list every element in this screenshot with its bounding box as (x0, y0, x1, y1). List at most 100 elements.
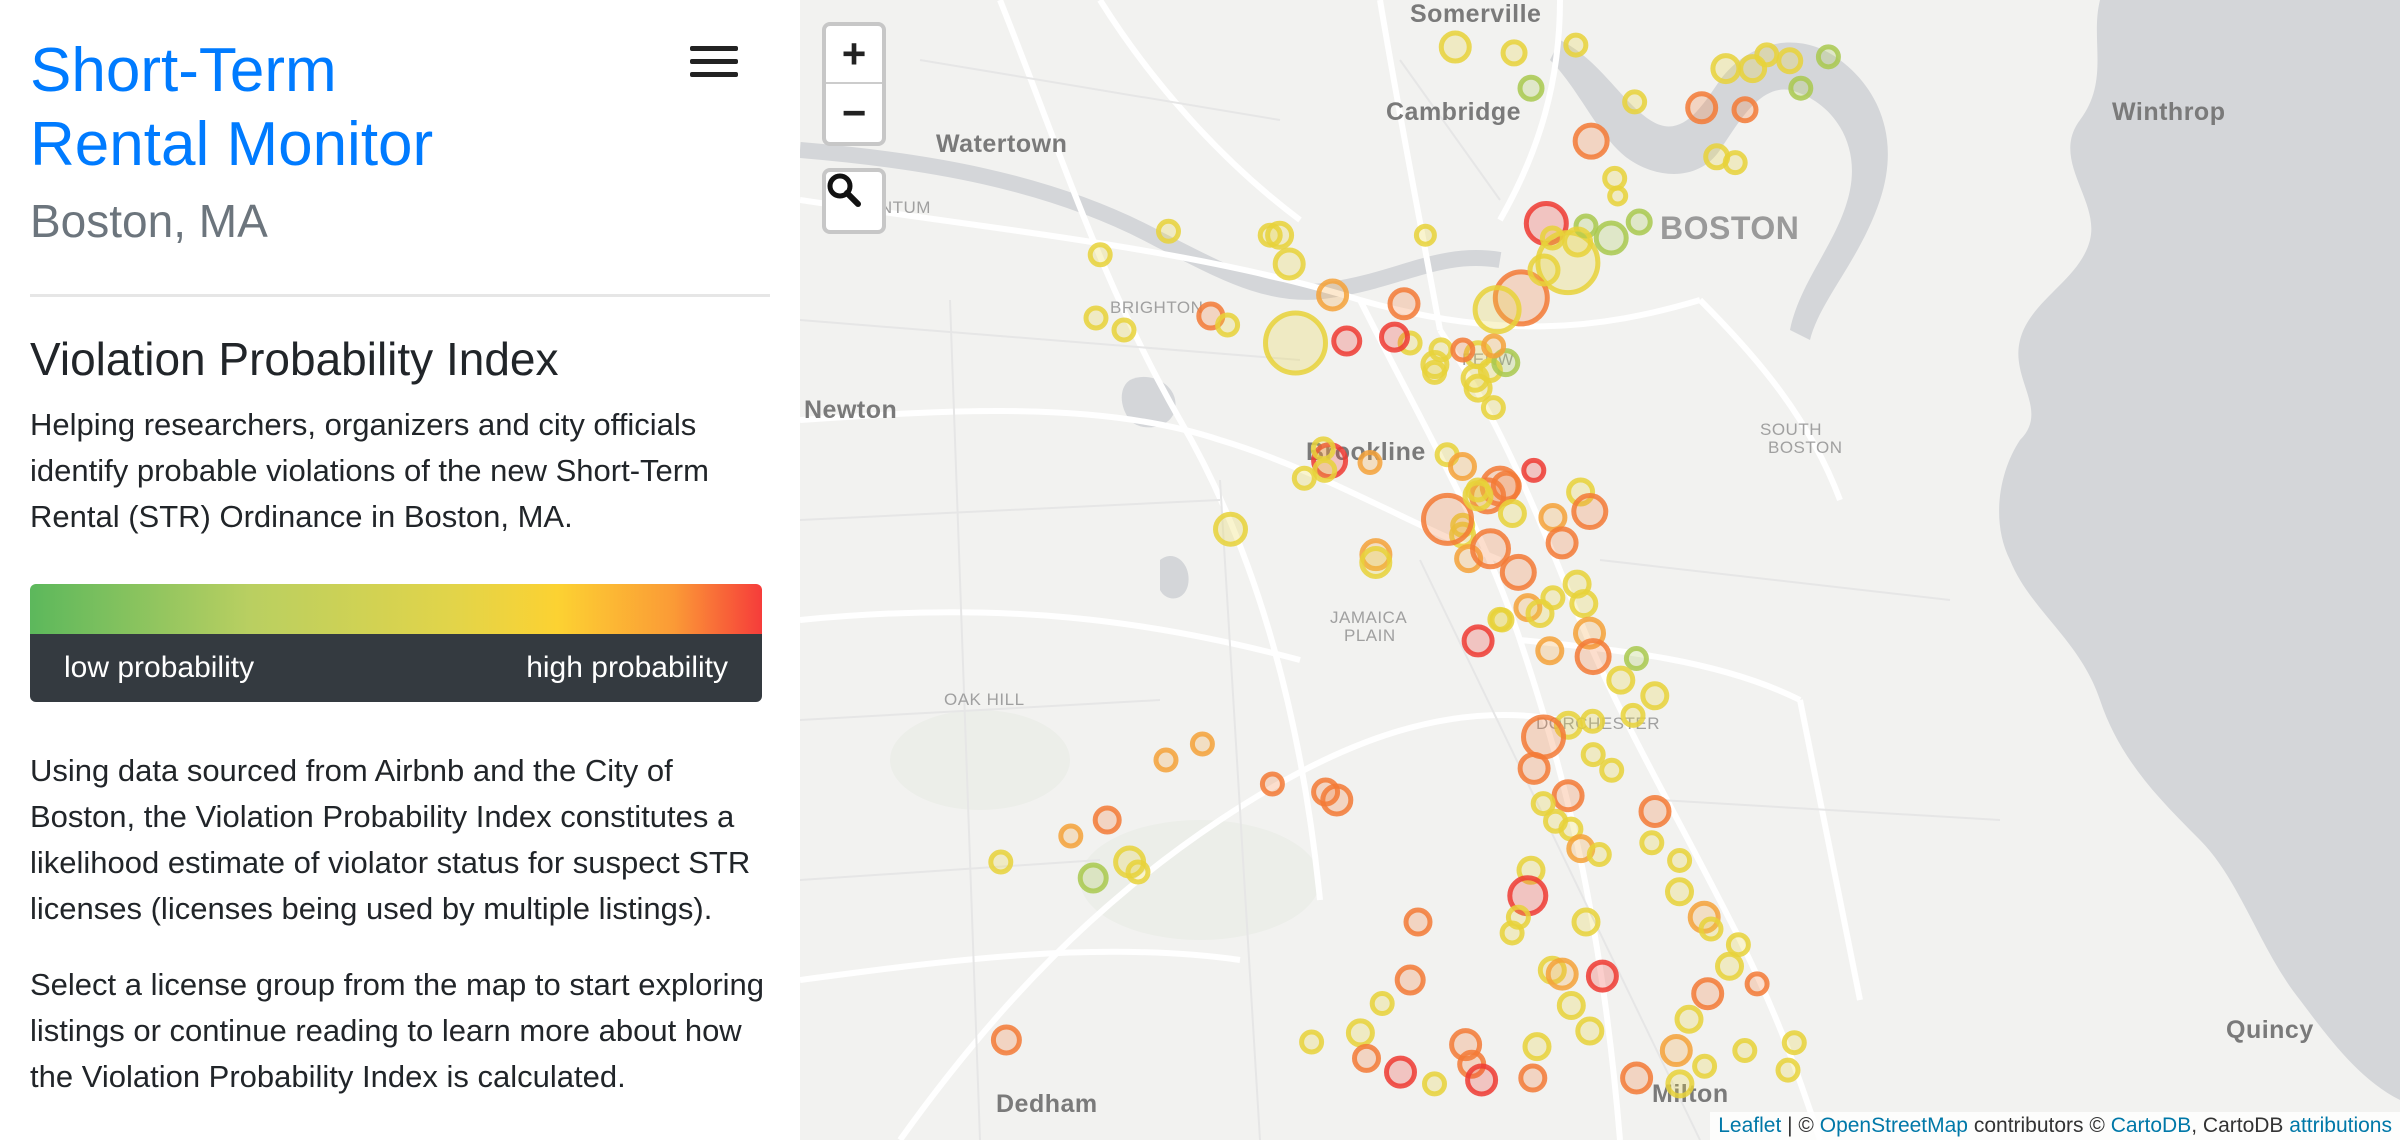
license-group-marker[interactable] (1572, 122, 1610, 160)
license-group-marker[interactable] (1257, 222, 1283, 248)
license-group-marker[interactable] (1667, 847, 1693, 873)
license-group-marker[interactable] (1574, 638, 1612, 676)
license-group-marker[interactable] (1461, 624, 1495, 658)
license-group-marker[interactable] (1489, 607, 1515, 633)
license-group-marker[interactable] (1622, 89, 1648, 115)
attributions-link[interactable]: attributions (2289, 1114, 2392, 1137)
license-group-marker[interactable] (1625, 208, 1653, 236)
license-group-marker[interactable] (1077, 862, 1109, 894)
license-group-marker[interactable] (1517, 751, 1551, 785)
license-group-marker[interactable] (1345, 1018, 1375, 1048)
license-group-marker[interactable] (1189, 731, 1215, 757)
license-group-marker[interactable] (1310, 436, 1336, 462)
license-group-marker[interactable] (1556, 990, 1586, 1020)
license-group-marker[interactable] (988, 849, 1014, 875)
license-group-marker[interactable] (1394, 964, 1426, 996)
license-group-marker[interactable] (1640, 681, 1670, 711)
license-group-marker[interactable] (1602, 165, 1628, 191)
license-group-marker[interactable] (1731, 96, 1759, 124)
map-search-button[interactable] (822, 168, 886, 234)
license-group-marker[interactable] (1674, 1004, 1704, 1034)
license-group-marker[interactable] (1725, 932, 1751, 958)
license-group-marker[interactable] (1732, 1038, 1758, 1064)
license-group-marker[interactable] (1213, 511, 1248, 547)
license-group-marker[interactable] (1575, 1016, 1605, 1046)
license-group-marker[interactable] (1316, 278, 1350, 312)
license-group-marker[interactable] (1312, 457, 1338, 483)
license-group-marker[interactable] (1403, 907, 1433, 937)
license-group-marker[interactable] (1499, 553, 1537, 591)
license-group-marker[interactable] (1776, 47, 1804, 75)
license-group-marker[interactable] (1665, 1069, 1695, 1099)
license-group-marker[interactable] (1291, 465, 1317, 491)
license-group-marker[interactable] (1499, 920, 1525, 946)
license-group-marker[interactable] (1569, 589, 1599, 619)
license-group-marker[interactable] (1472, 285, 1522, 335)
license-group-marker[interactable] (1470, 528, 1511, 570)
license-group-marker[interactable] (1331, 325, 1363, 357)
license-group-marker[interactable] (1384, 1055, 1417, 1089)
license-group-marker[interactable] (1744, 971, 1770, 997)
license-group-marker[interactable] (1585, 959, 1619, 993)
hamburger-menu-icon[interactable] (690, 46, 738, 82)
license-group-marker[interactable] (1571, 907, 1601, 937)
openstreetmap-link[interactable]: OpenStreetMap (1820, 1114, 1968, 1137)
license-group-marker[interactable] (1448, 451, 1477, 481)
license-group-marker[interactable] (1450, 337, 1476, 363)
license-group-marker[interactable] (1465, 1063, 1499, 1097)
license-group-marker[interactable] (1352, 1043, 1381, 1073)
license-group-marker[interactable] (1320, 783, 1354, 817)
license-group-marker[interactable] (1215, 312, 1241, 338)
license-group-marker[interactable] (1518, 1063, 1548, 1093)
license-group-marker[interactable] (1638, 794, 1672, 828)
license-group-marker[interactable] (1087, 242, 1113, 268)
app-title-line1[interactable]: Short-Term (30, 34, 590, 108)
license-group-marker[interactable] (1463, 373, 1493, 403)
license-group-marker[interactable] (1535, 636, 1565, 666)
license-group-marker[interactable] (1379, 321, 1410, 353)
license-group-marker[interactable] (1563, 32, 1589, 58)
license-group-marker[interactable] (1422, 359, 1448, 385)
license-group-marker[interactable] (1259, 771, 1285, 797)
license-group-marker[interactable] (1599, 757, 1625, 783)
license-group-marker[interactable] (1620, 702, 1646, 728)
license-group-marker[interactable] (1480, 395, 1506, 421)
license-group-marker[interactable] (1539, 225, 1565, 251)
license-group-marker[interactable] (1153, 747, 1179, 773)
license-group-marker[interactable] (1481, 333, 1507, 359)
leaflet-link[interactable]: Leaflet (1718, 1114, 1781, 1137)
license-group-marker[interactable] (1698, 916, 1724, 942)
license-group-marker[interactable] (1058, 823, 1084, 849)
license-group-marker[interactable] (1659, 1034, 1693, 1068)
license-group-marker[interactable] (1815, 44, 1841, 70)
license-group-marker[interactable] (1538, 502, 1568, 532)
license-group-marker[interactable] (1691, 977, 1725, 1011)
license-group-markers[interactable] (800, 0, 2400, 1140)
license-group-marker[interactable] (1272, 247, 1306, 281)
cartodb-link[interactable]: CartoDB (2111, 1114, 2192, 1137)
license-group-marker[interactable] (1422, 1071, 1447, 1097)
license-group-marker[interactable] (1781, 1030, 1807, 1056)
license-group-marker[interactable] (1606, 665, 1636, 695)
license-group-marker[interactable] (1156, 218, 1181, 244)
license-group-marker[interactable] (1465, 477, 1491, 503)
license-group-marker[interactable] (1125, 859, 1151, 885)
license-group-marker[interactable] (1438, 30, 1472, 64)
license-group-marker[interactable] (1545, 526, 1579, 560)
map-container[interactable]: Somerville Cambridge Watertown Winthrop … (800, 0, 2400, 1140)
license-group-marker[interactable] (1623, 646, 1649, 672)
license-group-marker[interactable] (1092, 805, 1122, 835)
license-group-marker[interactable] (1413, 223, 1437, 247)
license-group-marker[interactable] (1562, 226, 1594, 258)
license-group-marker[interactable] (1710, 53, 1742, 85)
license-group-marker[interactable] (1715, 951, 1744, 981)
zoom-out-button[interactable]: − (826, 84, 882, 142)
license-group-marker[interactable] (1620, 1061, 1654, 1095)
license-group-marker[interactable] (1639, 830, 1665, 856)
license-group-marker[interactable] (1522, 1032, 1552, 1062)
license-group-marker[interactable] (1527, 253, 1561, 287)
license-group-marker[interactable] (1387, 287, 1421, 321)
license-group-marker[interactable] (1692, 1053, 1718, 1079)
license-group-marker[interactable] (990, 1024, 1022, 1056)
app-title-line2[interactable]: Rental Monitor (30, 108, 590, 182)
